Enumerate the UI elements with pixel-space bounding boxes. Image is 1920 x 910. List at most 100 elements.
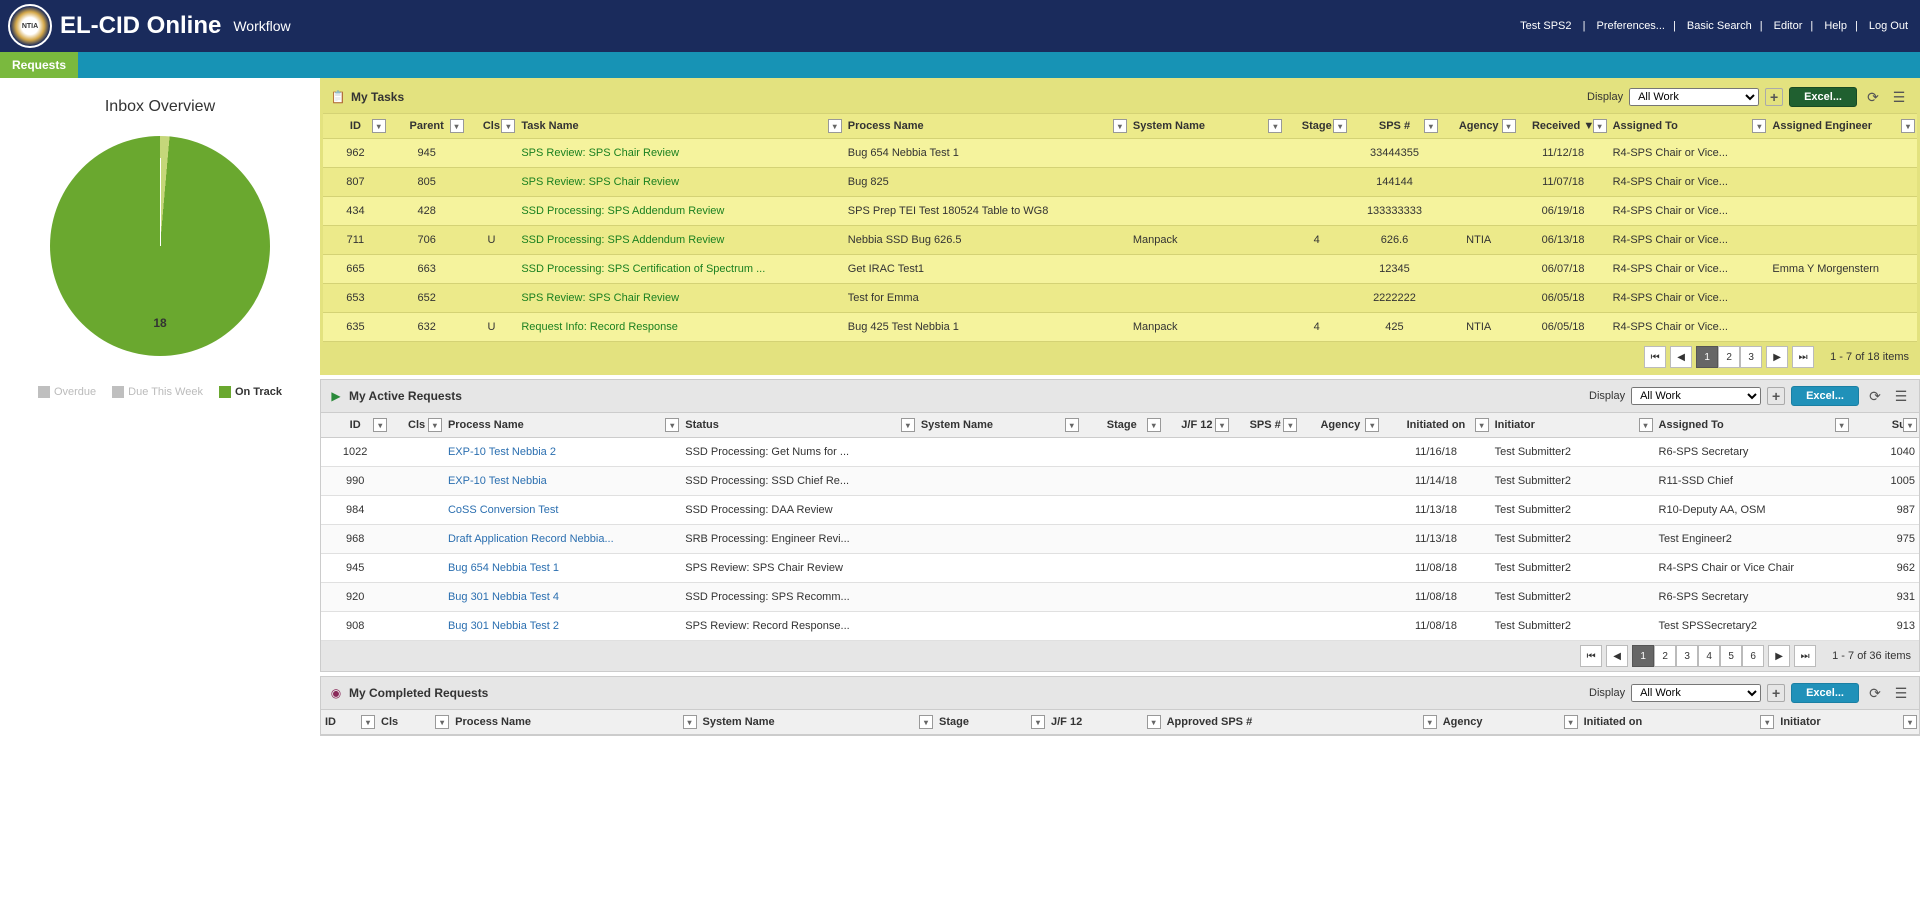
filter-icon[interactable]: ▾ [1283, 418, 1297, 432]
col-header[interactable]: Process Name▾ [451, 710, 698, 735]
pager-page[interactable]: 1 [1696, 346, 1718, 368]
filter-icon[interactable]: ▾ [901, 418, 915, 432]
col-header[interactable]: Parent▾ [388, 114, 466, 139]
pager-page[interactable]: 2 [1654, 645, 1676, 667]
table-row[interactable]: 962945SPS Review: SPS Chair ReviewBug 65… [323, 139, 1917, 168]
col-header[interactable]: Agency▾ [1439, 710, 1580, 735]
table-row[interactable]: 990EXP-10 Test NebbiaSSD Processing: SSD… [321, 467, 1919, 496]
pager-next[interactable]: ▶ [1766, 346, 1788, 368]
filter-icon[interactable]: ▾ [1903, 418, 1917, 432]
pager-page[interactable]: 3 [1676, 645, 1698, 667]
col-header[interactable]: J/F 12▾ [1047, 710, 1163, 735]
col-header[interactable]: Su...▾ [1851, 413, 1919, 438]
col-header[interactable]: SPS #▾ [1231, 413, 1299, 438]
filter-icon[interactable]: ▾ [1752, 119, 1766, 133]
col-header[interactable]: Assigned Engineer▾ [1768, 114, 1917, 139]
filter-icon[interactable]: ▾ [665, 418, 679, 432]
filter-icon[interactable]: ▾ [361, 715, 375, 729]
filter-icon[interactable]: ▾ [1835, 418, 1849, 432]
pager-prev[interactable]: ◀ [1670, 346, 1692, 368]
refresh-icon[interactable]: ⟳ [1865, 386, 1885, 406]
col-header[interactable]: Agency▾ [1299, 413, 1381, 438]
task-link[interactable]: SPS Review: SPS Chair Review [521, 176, 679, 188]
col-header[interactable]: Agency▾ [1440, 114, 1518, 139]
pager-prev[interactable]: ◀ [1606, 645, 1628, 667]
filter-icon[interactable]: ▾ [1423, 715, 1437, 729]
col-header[interactable]: ID▾ [321, 413, 389, 438]
task-link[interactable]: SPS Review: SPS Chair Review [521, 292, 679, 304]
col-header[interactable]: Stage▾ [935, 710, 1047, 735]
preferences-link[interactable]: Preferences... [1597, 20, 1665, 32]
pager-next[interactable]: ▶ [1768, 645, 1790, 667]
refresh-icon[interactable]: ⟳ [1865, 683, 1885, 703]
pager-page[interactable]: 5 [1720, 645, 1742, 667]
pager-page[interactable]: 4 [1698, 645, 1720, 667]
col-header[interactable]: Cls▾ [377, 710, 451, 735]
col-header[interactable]: J/F 12▾ [1163, 413, 1231, 438]
table-row[interactable]: 945Bug 654 Nebbia Test 1SPS Review: SPS … [321, 554, 1919, 583]
col-header[interactable]: ID▾ [321, 710, 377, 735]
filter-icon[interactable]: ▾ [1147, 715, 1161, 729]
col-header[interactable]: System Name▾ [917, 413, 1081, 438]
add-button[interactable]: + [1765, 88, 1783, 106]
col-header[interactable]: Cls▾ [389, 413, 444, 438]
filter-icon[interactable]: ▾ [1564, 715, 1578, 729]
filter-icon[interactable]: ▾ [1031, 715, 1045, 729]
process-link[interactable]: Bug 654 Nebbia Test 1 [448, 562, 559, 574]
col-header[interactable]: Task Name▾ [517, 114, 843, 139]
process-link[interactable]: EXP-10 Test Nebbia [448, 475, 547, 487]
filter-icon[interactable]: ▾ [1065, 418, 1079, 432]
menu-icon[interactable]: ☰ [1889, 87, 1909, 107]
filter-icon[interactable]: ▾ [1760, 715, 1774, 729]
pager-last[interactable]: ⏭ [1792, 346, 1814, 368]
legend-overdue[interactable]: Overdue [54, 386, 96, 398]
table-row[interactable]: 1022EXP-10 Test Nebbia 2SSD Processing: … [321, 438, 1919, 467]
col-header[interactable]: System Name▾ [1129, 114, 1284, 139]
filter-icon[interactable]: ▾ [1215, 418, 1229, 432]
table-row[interactable]: 984CoSS Conversion TestSSD Processing: D… [321, 496, 1919, 525]
process-link[interactable]: Draft Application Record Nebbia... [448, 533, 614, 545]
basic-search-link[interactable]: Basic Search [1687, 20, 1752, 32]
col-header[interactable]: Stage▾ [1081, 413, 1163, 438]
table-row[interactable]: 920Bug 301 Nebbia Test 4SSD Processing: … [321, 583, 1919, 612]
editor-link[interactable]: Editor [1774, 20, 1803, 32]
process-link[interactable]: EXP-10 Test Nebbia 2 [448, 446, 556, 458]
display-select[interactable]: All Work [1629, 88, 1759, 106]
legend-due-this-week[interactable]: Due This Week [128, 386, 203, 398]
help-link[interactable]: Help [1824, 20, 1847, 32]
col-header[interactable]: Process Name▾ [444, 413, 681, 438]
col-header[interactable]: Assigned To▾ [1609, 114, 1769, 139]
col-header[interactable]: Assigned To▾ [1655, 413, 1851, 438]
filter-icon[interactable]: ▾ [435, 715, 449, 729]
menu-icon[interactable]: ☰ [1891, 683, 1911, 703]
col-header[interactable]: Stage▾ [1284, 114, 1349, 139]
filter-icon[interactable]: ▾ [1639, 418, 1653, 432]
col-header[interactable]: Initiated on▾ [1580, 710, 1777, 735]
add-button[interactable]: + [1767, 387, 1785, 405]
filter-icon[interactable]: ▾ [1333, 119, 1347, 133]
col-header[interactable]: ID▾ [323, 114, 388, 139]
col-header[interactable]: Status▾ [681, 413, 917, 438]
table-row[interactable]: 908Bug 301 Nebbia Test 2SPS Review: Reco… [321, 612, 1919, 641]
filter-icon[interactable]: ▾ [1113, 119, 1127, 133]
process-link[interactable]: Bug 301 Nebbia Test 4 [448, 591, 559, 603]
table-row[interactable]: 807805SPS Review: SPS Chair ReviewBug 82… [323, 168, 1917, 197]
pager-last[interactable]: ⏭ [1794, 645, 1816, 667]
filter-icon[interactable]: ▾ [1502, 119, 1516, 133]
excel-button[interactable]: Excel... [1789, 87, 1857, 107]
pager-page[interactable]: 1 [1632, 645, 1654, 667]
task-link[interactable]: SSD Processing: SPS Certification of Spe… [521, 263, 765, 275]
pager-first[interactable]: ⏮ [1644, 346, 1666, 368]
table-row[interactable]: 665663SSD Processing: SPS Certification … [323, 255, 1917, 284]
filter-icon[interactable]: ▾ [919, 715, 933, 729]
filter-icon[interactable]: ▾ [1901, 119, 1915, 133]
process-link[interactable]: CoSS Conversion Test [448, 504, 558, 516]
table-row[interactable]: 653652SPS Review: SPS Chair ReviewTest f… [323, 284, 1917, 313]
filter-icon[interactable]: ▾ [1903, 715, 1917, 729]
display-select[interactable]: All Work [1631, 387, 1761, 405]
col-header[interactable]: SPS #▾ [1349, 114, 1440, 139]
legend-on-track[interactable]: On Track [235, 386, 282, 398]
task-link[interactable]: SPS Review: SPS Chair Review [521, 147, 679, 159]
col-header[interactable]: Initiator▾ [1491, 413, 1655, 438]
filter-icon[interactable]: ▾ [428, 418, 442, 432]
